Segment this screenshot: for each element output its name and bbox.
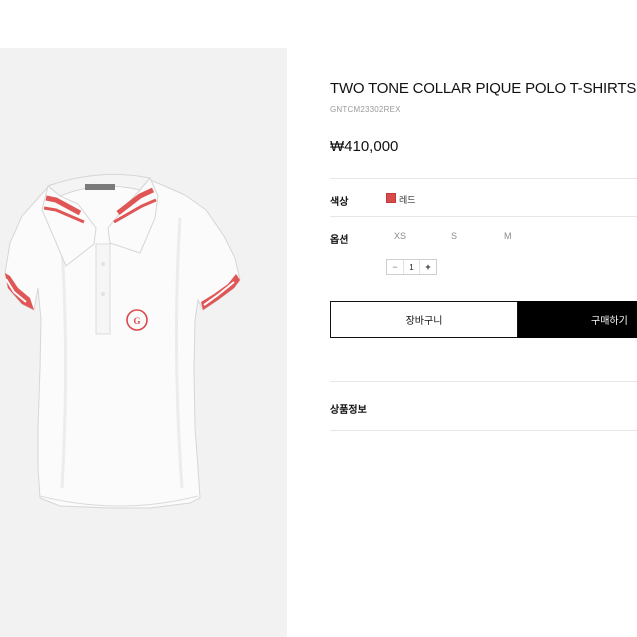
product-details-label: 상품정보 [330,405,367,416]
size-option-label: 옵션 [330,235,349,246]
color-swatch[interactable] [386,193,396,203]
product-info-panel: TWO TONE COLLAR PIQUE POLO T-SHIRTS GNTC… [330,0,637,637]
color-label: 색상 [330,197,349,208]
quantity-value[interactable]: 1 [403,260,420,274]
svg-text:G: G [133,316,140,326]
product-price: ₩410,000 [330,138,399,155]
increment-button[interactable]: + [420,260,436,274]
product-title: TWO TONE COLLAR PIQUE POLO T-SHIRTS [330,80,637,97]
product-sku: GNTCM23302REX [330,105,401,114]
buy-now-button[interactable]: 구매하기 [518,301,637,338]
divider [330,178,637,179]
size-option-m[interactable]: M [504,231,512,241]
decrement-button[interactable]: − [387,260,403,274]
size-option-s[interactable]: S [451,231,457,241]
size-option-xs[interactable]: XS [394,231,406,241]
color-name: 레드 [399,195,416,205]
divider [330,216,637,217]
product-image: G [0,48,287,637]
add-to-cart-button[interactable]: 장바구니 [330,301,518,338]
polo-shirt-illustration: G [4,173,241,509]
quantity-stepper: − 1 + [386,259,437,275]
product-details-section[interactable]: 상품정보 [330,381,637,431]
